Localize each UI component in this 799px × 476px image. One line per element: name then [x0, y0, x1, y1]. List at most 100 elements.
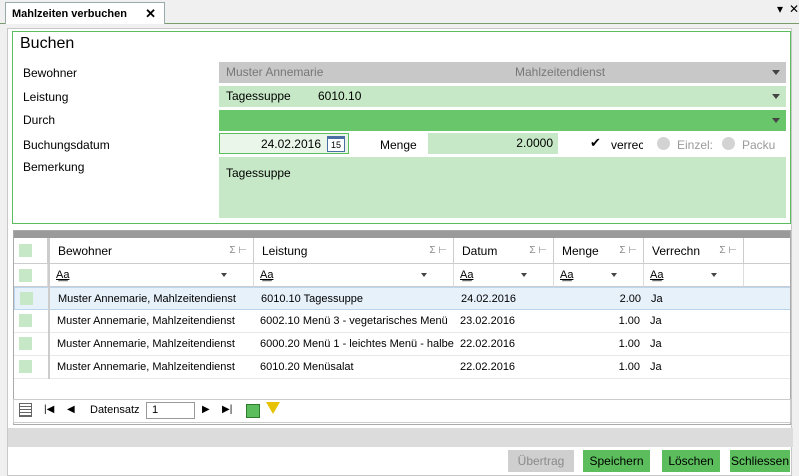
verrec-label: verrec: [611, 138, 643, 152]
menge-value: 2.0000: [516, 136, 553, 150]
leistung-name: Tagessuppe: [226, 89, 291, 103]
cell-bewohner: Muster Annemarie, Mahlzeitendienst: [58, 293, 236, 305]
row-select-checkbox[interactable]: [19, 360, 32, 373]
einzel-label: Einzel:: [677, 138, 713, 152]
cell-menge: 2.00: [619, 293, 641, 305]
filter-verrechn[interactable]: A͟a: [644, 264, 744, 287]
filter-icon[interactable]: [266, 402, 280, 414]
cell-leistung: 6010.10 Tagessuppe: [261, 293, 363, 305]
row-select-checkbox[interactable]: [20, 292, 33, 305]
table-row[interactable]: Muster Annemarie, Mahlzeitendienst 6010.…: [14, 356, 790, 379]
cell-verrechn: Ja: [651, 293, 663, 305]
table-row[interactable]: Muster Annemarie, Mahlzeitendienst 6002.…: [14, 310, 790, 333]
cell-leistung: 6000.20 Menü 1 - leichtes Menü - halbe: [260, 338, 454, 350]
table-row[interactable]: Muster Annemarie, Mahlzeitendienst 6000.…: [14, 333, 790, 356]
buchungsdatum-input[interactable]: 24.02.2016 15: [219, 133, 349, 154]
durch-select[interactable]: [219, 110, 786, 131]
cell-bewohner: Muster Annemarie, Mahlzeitendienst: [57, 361, 235, 373]
column-header-menge[interactable]: Menge Σ ⊢: [554, 238, 644, 264]
bewohner-dienst: Mahlzeitendienst: [515, 65, 606, 79]
grid-group-panel: [14, 231, 790, 238]
packu-radio[interactable]: [722, 137, 735, 150]
loeschen-button[interactable]: Löschen: [662, 450, 720, 472]
schliessen-button[interactable]: Schliessen: [730, 450, 790, 472]
column-header-verrechn[interactable]: Verrechn Σ ⊢: [644, 238, 744, 264]
buchen-group: Buchen Bewohner Muster Annemarie Mahlzei…: [12, 31, 791, 224]
bemerkung-textarea[interactable]: Tagessuppe: [219, 157, 786, 218]
status-bar: [8, 428, 793, 447]
select-all-header[interactable]: [14, 238, 48, 264]
bewohner-value: Muster Annemarie: [226, 65, 324, 79]
row-select-checkbox[interactable]: [19, 337, 32, 350]
filter-datum[interactable]: A͟a: [454, 264, 554, 287]
cell-verrechn: Ja: [650, 361, 662, 373]
row-select-checkbox[interactable]: [19, 314, 32, 327]
tab-close-icon[interactable]: ✕: [145, 6, 156, 22]
calendar-icon[interactable]: 15: [327, 136, 345, 152]
menge-input[interactable]: 2.0000: [428, 133, 558, 154]
verrec-checkbox[interactable]: ✔: [590, 136, 604, 150]
column-header-bewohner[interactable]: Bewohner Σ ⊢: [48, 238, 254, 264]
cell-menge: 1.00: [618, 315, 640, 327]
menge-label: Menge: [380, 138, 417, 152]
cell-leistung: 6002.10 Menü 3 - vegetarisches Menü: [260, 315, 448, 327]
previous-record-icon[interactable]: ◀: [67, 404, 75, 415]
bemerkung-label: Bemerkung: [23, 160, 85, 174]
filter-bewohner[interactable]: A͟a: [48, 264, 254, 287]
main-panel: Buchen Bewohner Muster Annemarie Mahlzei…: [7, 28, 793, 476]
filter-leistung[interactable]: A͟a: [254, 264, 454, 287]
table-row[interactable]: Muster Annemarie, Mahlzeitendienst 6010.…: [14, 287, 790, 310]
column-header-extra[interactable]: [744, 238, 790, 264]
chevron-down-icon[interactable]: [611, 273, 617, 277]
last-record-icon[interactable]: ▶|: [222, 404, 232, 415]
filter-menge[interactable]: A͟a: [554, 264, 644, 287]
durch-label: Durch: [23, 113, 56, 127]
buchungsdatum-label: Buchungsdatum: [23, 138, 110, 152]
speichern-button[interactable]: Speichern: [583, 450, 650, 472]
cell-datum: 22.02.2016: [460, 338, 516, 350]
cell-verrechn: Ja: [650, 315, 662, 327]
cell-leistung: 6010.20 Menüsalat: [260, 361, 354, 373]
chevron-down-icon[interactable]: [221, 273, 227, 277]
bemerkung-value: Tagessuppe: [226, 166, 291, 180]
cell-bewohner: Muster Annemarie, Mahlzeitendienst: [57, 338, 235, 350]
export-excel-icon[interactable]: [246, 404, 260, 418]
cell-menge: 1.00: [618, 338, 640, 350]
cell-datum: 22.02.2016: [460, 361, 516, 373]
packu-label: Packu: [742, 138, 776, 152]
cell-verrechn: Ja: [650, 338, 662, 350]
cell-datum: 23.02.2016: [460, 315, 516, 327]
uebertrag-button[interactable]: Übertrag: [508, 450, 574, 472]
tab-mahlzeiten-verbuchen[interactable]: Mahlzeiten verbuchen ✕: [5, 2, 165, 24]
filter-extra: [744, 264, 790, 287]
einzel-radio[interactable]: [657, 137, 670, 150]
first-record-icon[interactable]: |◀: [44, 404, 54, 415]
column-header-datum[interactable]: Datum Σ ⊢: [454, 238, 554, 264]
tab-title: Mahlzeiten verbuchen: [12, 8, 127, 20]
filter-checkbox[interactable]: [19, 269, 32, 282]
buchungsdatum-value: 24.02.2016: [260, 137, 321, 151]
select-all-checkbox[interactable]: [19, 244, 32, 257]
group-title: Buchen: [20, 35, 75, 52]
leistung-select[interactable]: Tagessuppe 6010.10: [219, 86, 786, 107]
pager-label: Datensatz: [90, 404, 140, 416]
chevron-down-icon: [772, 118, 780, 123]
buchungen-grid: Bewohner Σ ⊢ Leistung Σ ⊢ Datum Σ ⊢ Menge Σ …: [13, 230, 791, 425]
chevron-down-icon[interactable]: [711, 273, 717, 277]
leistung-code: 6010.10: [318, 89, 362, 103]
grid-menu-icon[interactable]: [19, 403, 32, 417]
chevron-down-icon: [772, 94, 780, 99]
close-all-icon[interactable]: ✕: [789, 2, 799, 16]
cell-datum: 24.02.2016: [461, 293, 517, 305]
record-number-input[interactable]: 1: [146, 402, 195, 419]
filter-select: [14, 264, 48, 287]
next-record-icon[interactable]: ▶: [202, 404, 210, 415]
chevron-down-icon[interactable]: [421, 273, 427, 277]
chevron-down-icon[interactable]: [521, 273, 527, 277]
bewohner-select[interactable]: Muster Annemarie Mahlzeitendienst: [219, 62, 786, 83]
tab-list-dropdown-icon[interactable]: ▾: [777, 2, 783, 16]
leistung-label: Leistung: [23, 90, 69, 104]
column-header-leistung[interactable]: Leistung Σ ⊢: [254, 238, 454, 264]
row-indicator-divider: [48, 287, 50, 379]
cell-bewohner: Muster Annemarie, Mahlzeitendienst: [57, 315, 235, 327]
